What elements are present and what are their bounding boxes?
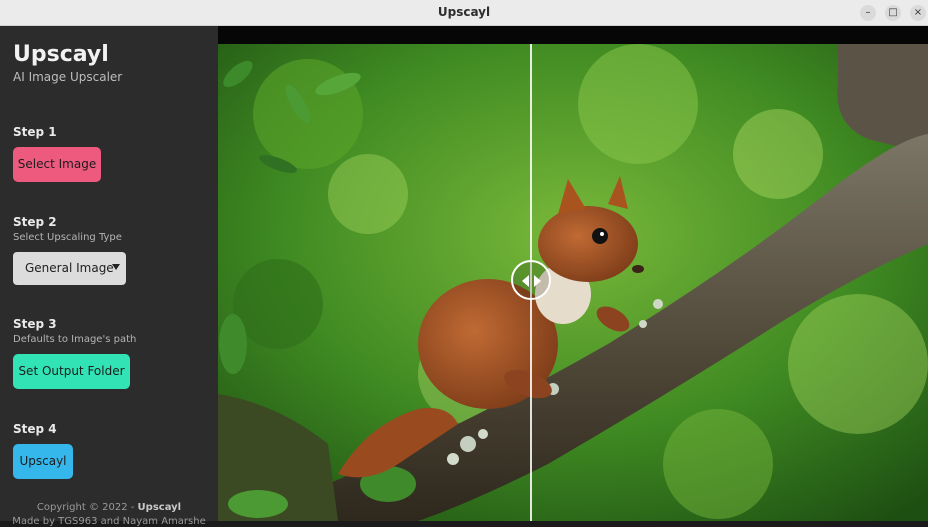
copyright-brand: Upscayl	[137, 502, 182, 513]
chevron-down-icon	[112, 264, 120, 270]
step2-hint: Select Upscaling Type	[13, 232, 122, 243]
minimize-button[interactable]: –	[860, 5, 876, 21]
app-subtitle: AI Image Upscaler	[13, 70, 123, 84]
step3-label: Step 3	[13, 317, 57, 331]
squirrel-photo	[218, 44, 928, 521]
title-bar: Upscayl – □ ×	[0, 0, 928, 26]
compare-slider-icon[interactable]	[511, 260, 551, 300]
arrow-right-icon	[534, 275, 541, 287]
select-image-button[interactable]: Select Image	[13, 147, 101, 182]
upscaling-type-select[interactable]: General Image	[13, 252, 126, 285]
credits-footer: Made by TGS963 and Nayam Amarshe	[12, 516, 206, 527]
close-button[interactable]: ×	[910, 5, 926, 21]
preview-top-bar	[218, 26, 928, 44]
image-comparison-preview[interactable]	[218, 26, 928, 521]
step4-label: Step 4	[13, 422, 57, 436]
arrow-left-icon	[522, 275, 529, 287]
maximize-button[interactable]: □	[885, 5, 901, 21]
set-output-folder-button[interactable]: Set Output Folder	[13, 354, 130, 389]
copyright-footer: Copyright © 2022 - Upscayl	[0, 502, 218, 513]
window-title: Upscayl	[437, 5, 491, 19]
step2-label: Step 2	[13, 215, 57, 229]
step3-hint: Defaults to Image's path	[13, 334, 137, 345]
copyright-text: Copyright © 2022 -	[36, 502, 138, 513]
sidebar: Upscayl AI Image Upscaler Step 1 Select …	[0, 26, 218, 527]
app-title: Upscayl	[13, 42, 109, 67]
step1-label: Step 1	[13, 125, 57, 139]
upscaling-type-value: General Image	[25, 261, 114, 275]
upscayl-button[interactable]: Upscayl	[13, 444, 73, 479]
